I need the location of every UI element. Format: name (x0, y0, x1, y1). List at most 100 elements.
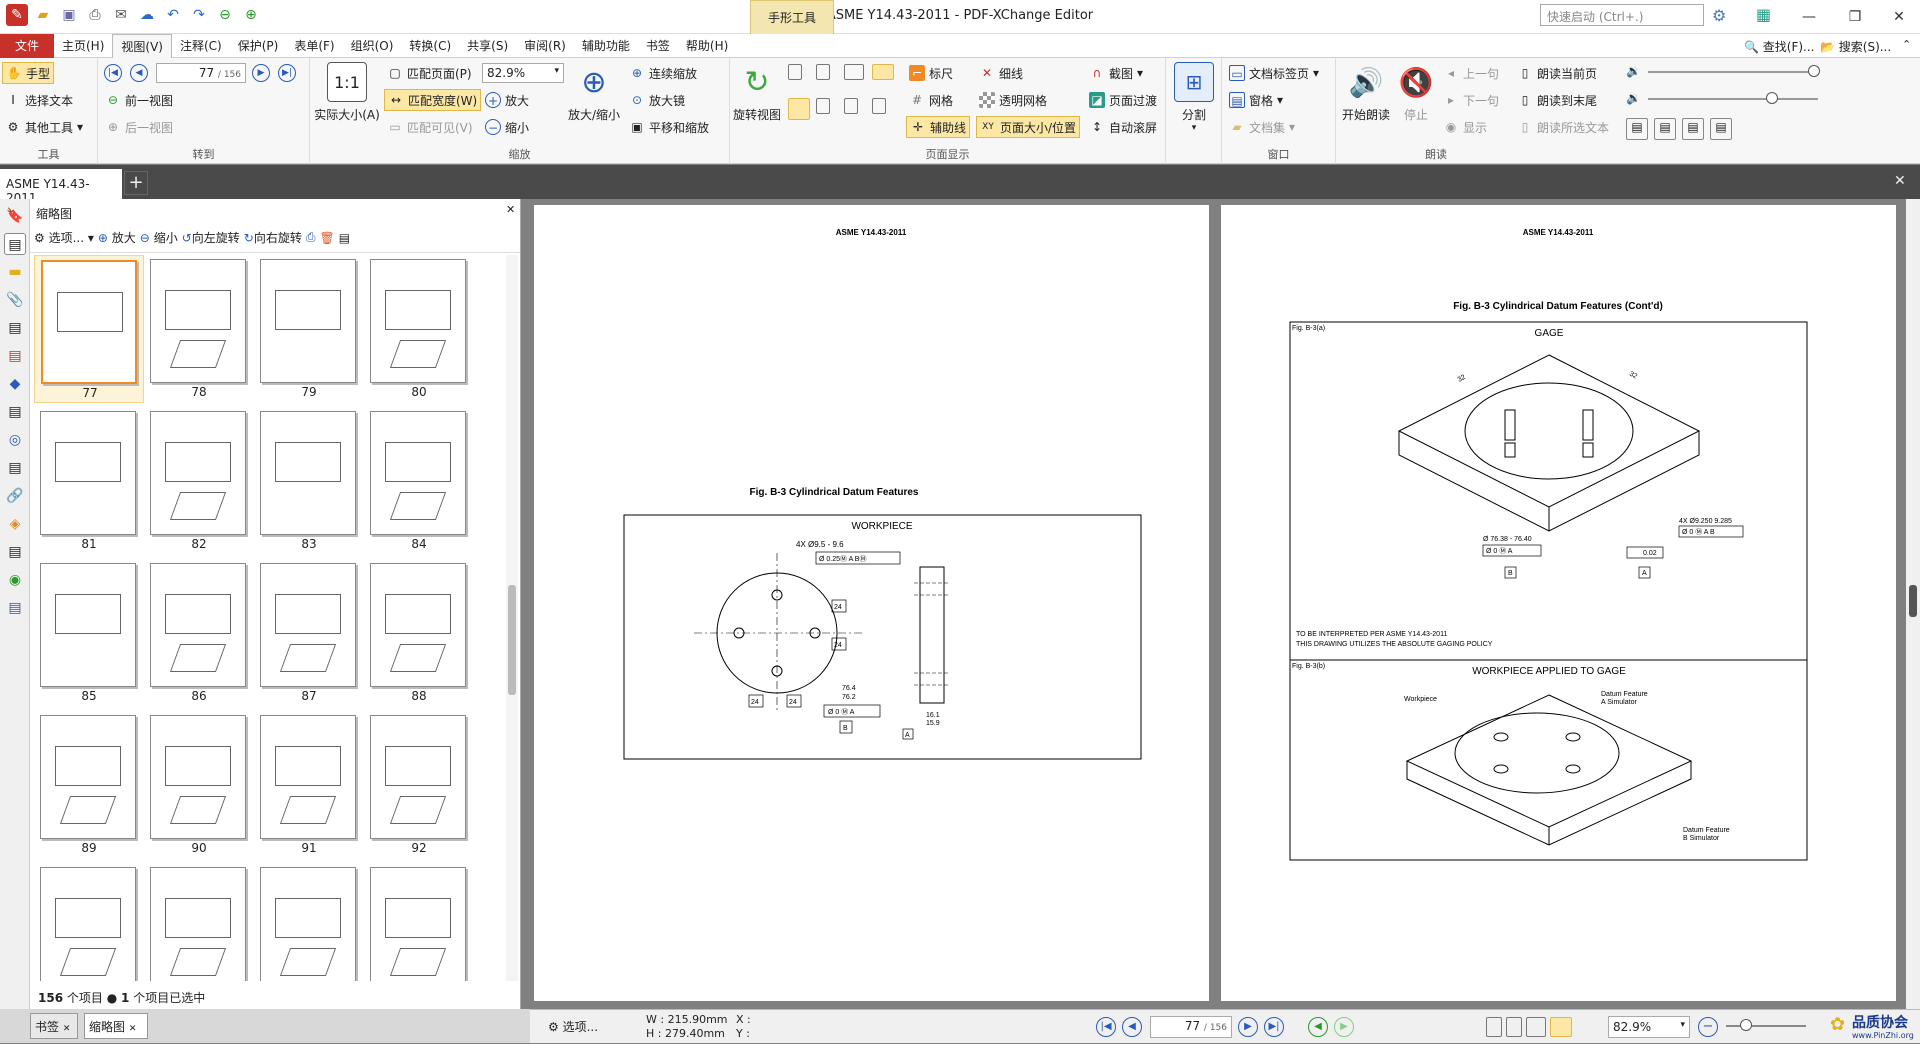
signatures-icon[interactable]: ▤ (4, 345, 26, 367)
menu-help[interactable]: 帮助(H) (678, 34, 736, 58)
links-icon[interactable]: 🔗 (4, 485, 26, 507)
status-facing-icon[interactable] (1526, 1017, 1546, 1037)
fit-width-button[interactable]: ↔ 匹配宽度(W) (384, 89, 482, 111)
back-icon[interactable]: ⊖ (214, 4, 236, 26)
zoom-out-button[interactable]: − 缩小 (482, 116, 532, 138)
fullscreen-icon[interactable]: ▦ (1756, 5, 1771, 24)
open-icon[interactable]: ▰ (32, 4, 54, 26)
read-selection-button[interactable]: ▯ 朗读所选文本 (1514, 116, 1612, 138)
status-continuous-icon[interactable] (1506, 1017, 1522, 1037)
location-icon[interactable]: ◎ (4, 429, 26, 451)
next-view-button[interactable]: ⊕ 后一视图 (102, 116, 176, 138)
thumbnail-item[interactable]: 77 (34, 255, 144, 403)
quick-launch-input[interactable]: 快速启动 (Ctrl+.) (1540, 4, 1704, 26)
read-page-button[interactable]: ▯ 朗读当前页 (1514, 62, 1600, 84)
single-page-icon[interactable] (788, 64, 802, 80)
separate-cover-icon[interactable] (844, 98, 858, 114)
email-icon[interactable]: ✉ (110, 4, 132, 26)
page-number-input[interactable]: 77 / 156 (156, 63, 246, 83)
menu-view[interactable]: 视图(V) (112, 34, 172, 58)
continuous-page-icon[interactable] (816, 64, 830, 80)
forward-icon[interactable]: ⊕ (240, 4, 262, 26)
zoom-inout-button[interactable]: ⊕ 放大/缩小 (564, 62, 624, 123)
voice-option-icon-4[interactable]: ▤ (1710, 118, 1732, 140)
structure-icon[interactable]: ▤ (4, 457, 26, 479)
cover-page-icon[interactable] (788, 98, 810, 120)
order-icon[interactable]: ◉ (4, 569, 26, 591)
document-view[interactable]: ASME Y14.43-2011 Fig. B-3 Cylindrical Da… (522, 199, 1920, 1009)
select-text-button[interactable]: I 选择文本 (2, 89, 76, 111)
thumbnail-item[interactable]: 94 (144, 863, 254, 981)
status-single-page-icon[interactable] (1486, 1017, 1502, 1037)
thumbnail-item[interactable]: 80 (364, 255, 474, 403)
prev-sentence-button[interactable]: ◂ 上一句 (1440, 62, 1502, 84)
thumbnail-item[interactable]: 95 (254, 863, 364, 981)
minimize-button[interactable]: — (1786, 0, 1832, 34)
thumbnail-item[interactable]: 88 (364, 559, 474, 707)
close-document-button[interactable]: ✕ (1894, 173, 1906, 189)
next-sentence-button[interactable]: ▸ 下一句 (1440, 89, 1502, 111)
thumbnails-tab-close-icon[interactable]: ✕ (129, 1024, 137, 1034)
app-logo-icon[interactable]: ✎ (6, 4, 28, 26)
thumb-delete-icon[interactable]: 🗑 (319, 231, 334, 245)
facing-continuous-icon[interactable] (872, 64, 894, 80)
start-reading-button[interactable]: 🔊 开始朗读 (1336, 62, 1396, 123)
thumbnail-item[interactable]: 84 (364, 407, 474, 555)
document-scrollbar-thumb[interactable] (1909, 585, 1917, 617)
split-button[interactable]: ⊞ 分割 ▾ (1170, 62, 1218, 133)
new-tab-button[interactable]: + (124, 171, 148, 195)
rotate-left-button[interactable]: ↺向左旋转 (182, 229, 240, 246)
attachments-icon[interactable]: 📎 (4, 289, 26, 311)
panel-close-icon[interactable]: ✕ (506, 203, 515, 216)
volume-slider[interactable]: 🔉 (1626, 64, 1826, 80)
thumb-scrollbar[interactable] (506, 255, 518, 981)
zoom-select[interactable]: 82.9% ▾ (482, 63, 564, 83)
thumbnail-item[interactable]: 96 (364, 863, 474, 981)
transparency-grid-button[interactable]: 透明网格 (976, 89, 1050, 111)
volume-slider-thumb[interactable] (1808, 65, 1820, 77)
voice-option-icon-1[interactable]: ▤ (1626, 118, 1648, 140)
search-button[interactable]: 📂 搜索(S)... (1820, 38, 1891, 55)
ribbon-collapse-icon[interactable]: ⌃ (1902, 38, 1911, 51)
rotate-view-button[interactable]: ↻ 旋转视图 (730, 62, 784, 123)
thumb-options-button[interactable]: ⚙ 选项... ▾ (34, 229, 94, 246)
page-size-button[interactable]: XY 页面大小/位置 (976, 116, 1081, 138)
guides-button[interactable]: ✛ 辅助线 (906, 116, 971, 138)
status-page-input[interactable]: 77 / 156 (1150, 1016, 1232, 1038)
status-next-page-icon[interactable]: ▶ (1238, 1017, 1258, 1037)
actual-size-button[interactable]: 1:1 实际大小(A) (312, 62, 382, 123)
next-page-icon[interactable]: ▶ (252, 64, 270, 82)
stop-reading-button[interactable]: 🔇 停止 (1396, 62, 1436, 123)
thumbnail-item[interactable]: 87 (254, 559, 364, 707)
menu-form[interactable]: 表单(F) (286, 34, 342, 58)
voice-option-icon-2[interactable]: ▤ (1654, 118, 1676, 140)
thumbnail-item[interactable]: 90 (144, 711, 254, 859)
facing-page-icon[interactable] (844, 64, 864, 80)
tags-icon[interactable]: ◈ (4, 513, 26, 535)
read-to-end-button[interactable]: ▯ 朗读到末尾 (1514, 89, 1600, 111)
document-tab[interactable]: ASME Y14.43-2011 (0, 169, 122, 205)
menu-bookmarks[interactable]: 书签 (638, 34, 678, 58)
thumbnail-item[interactable]: 82 (144, 407, 254, 555)
save-icon[interactable]: ▣ (58, 4, 80, 26)
thumbnail-item[interactable]: 92 (364, 711, 474, 859)
speed-slider[interactable]: 🔉 (1626, 91, 1826, 107)
menu-convert[interactable]: 转换(C) (401, 34, 459, 58)
undo-icon[interactable]: ↶ (162, 4, 184, 26)
snapshot-button[interactable]: ∩ 截图 ▾ (1086, 62, 1146, 84)
other-tools-button[interactable]: ⚙ 其他工具 ▾ (2, 116, 86, 138)
menu-home[interactable]: 主页(H) (54, 34, 112, 58)
page-gap-icon[interactable] (872, 98, 886, 114)
status-last-page-icon[interactable]: ▶| (1264, 1017, 1284, 1037)
status-options-button[interactable]: ⚙ 选项... (548, 1018, 598, 1035)
thumbnail-item[interactable]: 85 (34, 559, 144, 707)
articles-icon[interactable]: ▤ (4, 597, 26, 619)
zoom-in-button[interactable]: + 放大 (482, 89, 532, 111)
menu-protect[interactable]: 保护(P) (230, 34, 287, 58)
menu-review[interactable]: 审阅(R) (516, 34, 574, 58)
find-button[interactable]: 🔍 查找(F)... (1744, 38, 1814, 55)
show-button[interactable]: ◉ 显示 (1440, 116, 1490, 138)
status-zoom-select[interactable]: 82.9% ▾ (1608, 1016, 1690, 1038)
status-zoom-slider-thumb[interactable] (1740, 1019, 1752, 1031)
hand-tool-button[interactable]: ✋ 手型 (2, 62, 55, 84)
